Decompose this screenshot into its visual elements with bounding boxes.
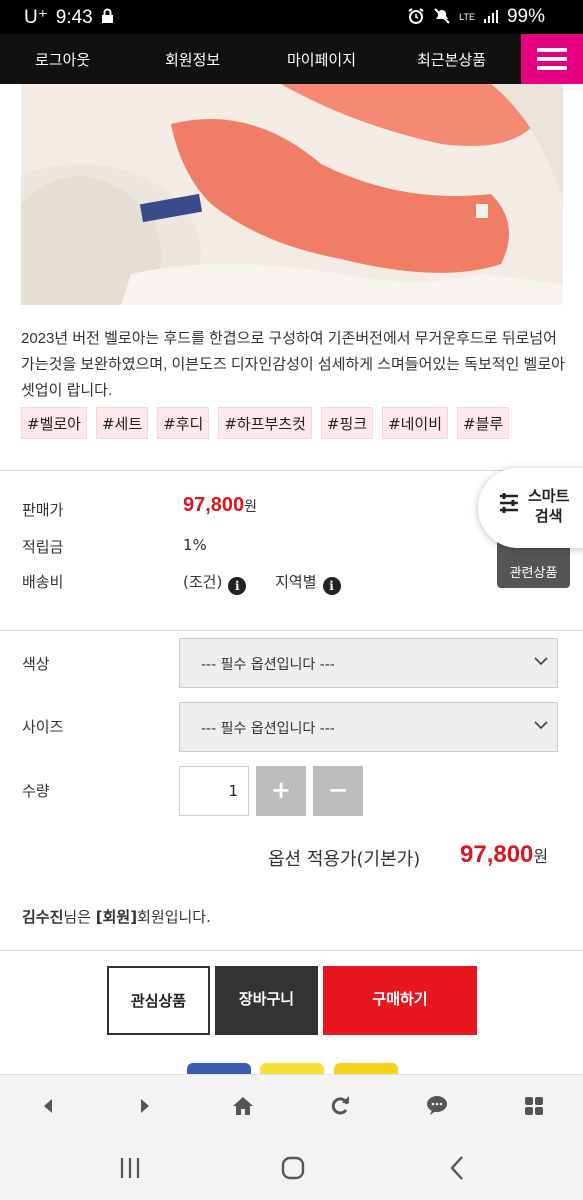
color-select[interactable]: --- 필수 옵션입니다 --- bbox=[179, 638, 558, 688]
network-type: LTE bbox=[459, 11, 475, 22]
size-label: 사이즈 bbox=[22, 718, 64, 736]
nav-logout[interactable]: 로그아웃 bbox=[35, 49, 90, 70]
tag-item[interactable]: #하프부츠컷 bbox=[218, 407, 312, 439]
tag-item[interactable]: #후디 bbox=[157, 407, 210, 439]
hamburger-icon[interactable] bbox=[521, 34, 583, 84]
related-products-label: 관련상품 bbox=[509, 566, 558, 581]
member-notice: 김수진님은 [회원]회원입니다. bbox=[22, 906, 211, 927]
quantity-plus-button[interactable]: + bbox=[256, 766, 306, 816]
member-text1: 님은 bbox=[63, 908, 96, 926]
home-circle-icon[interactable] bbox=[273, 1152, 313, 1184]
signal-icon bbox=[483, 8, 499, 27]
price-amount: 97,800 bbox=[183, 494, 245, 516]
member-text2: 회원입니다. bbox=[137, 908, 211, 926]
total-amount: 97,800 bbox=[460, 841, 534, 868]
back-icon[interactable] bbox=[33, 1091, 63, 1121]
browser-toolbar bbox=[0, 1074, 583, 1136]
tag-item[interactable]: #블루 bbox=[457, 407, 510, 439]
info-icon[interactable]: i bbox=[228, 577, 247, 595]
total-unit: 원 bbox=[533, 849, 549, 866]
divider bbox=[0, 470, 583, 471]
refresh-icon[interactable] bbox=[325, 1091, 355, 1121]
top-nav: 로그아웃 회원정보 마이페이지 최근본상품 bbox=[0, 34, 583, 84]
add-to-cart-button[interactable]: 장바구니 bbox=[215, 966, 318, 1035]
carrier-label: U⁺ bbox=[24, 7, 48, 28]
tag-item[interactable]: #벨로아 bbox=[21, 407, 87, 439]
apps-icon[interactable] bbox=[519, 1091, 549, 1121]
chevron-down-icon bbox=[534, 721, 548, 730]
nav-recent-products[interactable]: 최근본상품 bbox=[417, 49, 486, 70]
status-right: LTE 99% bbox=[407, 6, 545, 28]
price-unit: 원 bbox=[244, 499, 258, 515]
divider bbox=[0, 630, 583, 631]
nav-member-info[interactable]: 회원정보 bbox=[165, 49, 220, 70]
chevron-down-icon bbox=[534, 657, 548, 666]
smart-search-button[interactable]: 스마트 검색 bbox=[478, 468, 583, 548]
quantity-minus-button[interactable]: − bbox=[313, 766, 363, 816]
color-label: 색상 bbox=[22, 655, 50, 673]
member-grade: [회원] bbox=[95, 908, 138, 926]
forward-icon[interactable] bbox=[130, 1091, 160, 1121]
quantity-label: 수량 bbox=[22, 782, 50, 800]
tag-item[interactable]: #핑크 bbox=[320, 407, 374, 439]
tag-item[interactable]: #세트 bbox=[95, 407, 149, 439]
buy-now-button[interactable]: 구매하기 bbox=[323, 966, 477, 1035]
smart-search-label: 스마트 검색 bbox=[528, 486, 569, 526]
product-image bbox=[21, 84, 563, 305]
home-icon[interactable] bbox=[228, 1091, 258, 1121]
status-left: U⁺ 9:43 bbox=[24, 6, 114, 29]
status-bar: U⁺ 9:43 LTE 99% bbox=[0, 0, 583, 34]
system-nav-bar bbox=[0, 1136, 583, 1200]
price-value: 97,800원 bbox=[183, 494, 257, 517]
shipping-region: 지역별 bbox=[275, 573, 317, 591]
nav-mypage[interactable]: 마이페이지 bbox=[287, 49, 356, 70]
total-price: 97,800원 bbox=[460, 841, 548, 869]
color-select-value: --- 필수 옵션입니다 --- bbox=[201, 657, 335, 673]
shipping-value: (조건) i 지역별 i bbox=[183, 571, 341, 595]
sliders-icon bbox=[498, 490, 520, 522]
alarm-icon bbox=[407, 7, 425, 28]
smart-search-line1: 스마트 bbox=[528, 487, 570, 505]
points-label: 적립금 bbox=[22, 538, 64, 556]
mute-icon bbox=[433, 7, 451, 28]
product-description: 2023년 버전 벨로아는 후드를 한겹으로 구성하여 기존버전에서 무거운후드… bbox=[21, 330, 565, 399]
member-name: 김수진 bbox=[22, 908, 64, 926]
tag-item[interactable]: #네이비 bbox=[382, 407, 449, 439]
chat-icon[interactable] bbox=[422, 1091, 452, 1121]
shipping-label: 배송비 bbox=[22, 573, 64, 591]
smart-search-line2: 검색 bbox=[534, 507, 563, 525]
size-select-value: --- 필수 옵션입니다 --- bbox=[201, 721, 335, 737]
battery-level: 99% bbox=[506, 6, 545, 27]
divider bbox=[0, 950, 583, 951]
clock: 9:43 bbox=[55, 6, 93, 28]
recents-icon[interactable] bbox=[110, 1152, 150, 1184]
total-label: 옵션 적용가(기본가) bbox=[268, 849, 421, 870]
back-chevron-icon[interactable] bbox=[437, 1152, 477, 1184]
info-icon[interactable]: i bbox=[322, 577, 341, 595]
quantity-input[interactable]: 1 bbox=[179, 766, 249, 816]
shipping-condition: (조건) bbox=[183, 573, 223, 591]
points-value: 1% bbox=[183, 536, 207, 554]
wishlist-button[interactable]: 관심상품 bbox=[107, 966, 210, 1035]
tag-list: #벨로아 #세트 #후디 #하프부츠컷 #핑크 #네이비 #블루 bbox=[21, 407, 510, 439]
lock-icon bbox=[101, 8, 114, 27]
size-select[interactable]: --- 필수 옵션입니다 --- bbox=[179, 702, 558, 752]
price-label: 판매가 bbox=[22, 501, 64, 519]
